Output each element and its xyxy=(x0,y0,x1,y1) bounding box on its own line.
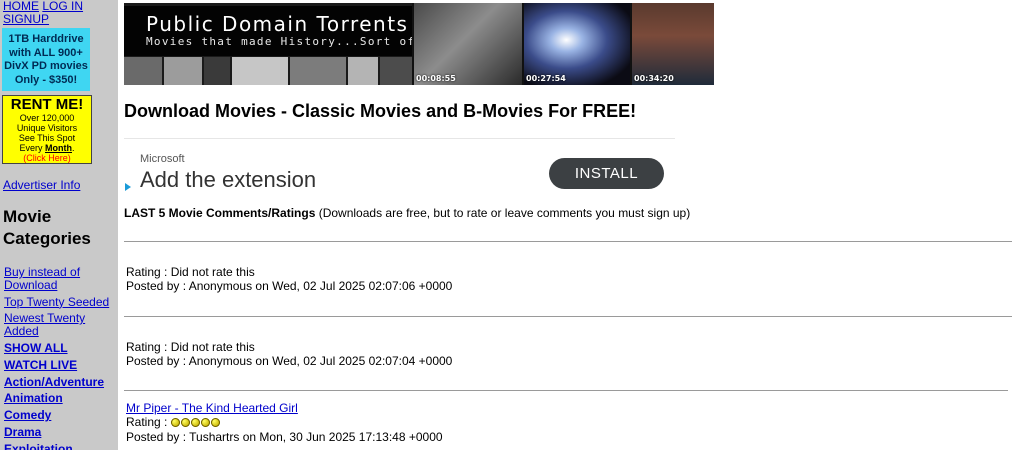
harddrive-promo-ad[interactable]: 1TB Harddrive with ALL 900+ DivX PD movi… xyxy=(2,28,90,91)
category-link-drama[interactable]: Drama xyxy=(4,426,117,439)
category-link-show-all[interactable]: SHOW ALL xyxy=(4,342,117,355)
category-link-comedy[interactable]: Comedy xyxy=(4,409,117,422)
film-thumbnail xyxy=(204,57,230,85)
comment-posted-by: Posted by : Tushartrs on Mon, 30 Jun 202… xyxy=(126,430,443,444)
promo-line: with ALL 900+ xyxy=(9,46,83,59)
divider xyxy=(124,241,1012,242)
film-thumbnail xyxy=(348,57,378,85)
promo-line: DivX PD movies xyxy=(4,60,88,72)
left-sidebar: HOME LOG IN SIGNUP 1TB Harddrive with AL… xyxy=(0,0,118,450)
banner-title: Public Domain Torrents xyxy=(146,12,409,36)
heading-line: Categories xyxy=(3,229,91,248)
install-button[interactable]: INSTALL xyxy=(549,158,664,189)
comment-posted-by: Posted by : Anonymous on Wed, 02 Jul 202… xyxy=(126,279,453,293)
film-thumbnail xyxy=(124,57,162,85)
rent-line: See This Spot xyxy=(18,133,76,143)
category-link-buy-instead-of-download[interactable]: Buy instead of Download xyxy=(4,266,117,292)
site-banner[interactable]: Public Domain Torrents Movies that made … xyxy=(124,3,714,85)
divider xyxy=(124,316,1012,317)
rating-ball-icon xyxy=(170,418,180,427)
rent-every: Every xyxy=(19,143,43,153)
movie-still-frame: 00:08:55 xyxy=(414,3,522,85)
film-thumbnail xyxy=(232,57,288,85)
heading-line: Movie xyxy=(3,207,52,226)
rent-line: Unique Visitors xyxy=(16,123,78,133)
comment-rating: Rating : xyxy=(126,415,171,429)
rent-me-ad[interactable]: RENT ME! Over 120,000 Unique Visitors Se… xyxy=(2,95,92,164)
divider xyxy=(124,390,1008,391)
category-link-top-twenty-seeded[interactable]: Top Twenty Seeded xyxy=(4,295,117,309)
page-title: Download Movies - Classic Movies and B-M… xyxy=(124,101,637,121)
comments-intro-title: LAST 5 Movie Comments/Ratings xyxy=(124,206,316,220)
comments-intro-note: (Downloads are free, but to rate or leav… xyxy=(315,206,691,220)
rating-ball-icon xyxy=(190,418,200,427)
signup-link[interactable]: SIGNUP xyxy=(3,12,49,26)
movie-still-frame: 00:34:20 xyxy=(632,3,714,85)
film-thumbnail xyxy=(380,57,412,85)
rent-click-here[interactable]: (Click Here) xyxy=(3,153,91,164)
promo-line: Only - $350! xyxy=(14,73,78,86)
rent-line: Over 120,000 xyxy=(19,113,75,123)
movie-categories-heading: Movie Categories xyxy=(3,206,115,250)
timestamp: 00:27:54 xyxy=(526,74,566,83)
filmstrip-thumbnails xyxy=(124,57,412,85)
advertiser-info-link[interactable]: Advertiser Info xyxy=(3,178,80,192)
ad-choices-icon[interactable] xyxy=(125,183,131,191)
category-link-exploitation[interactable]: Exploitation xyxy=(4,442,117,450)
extension-ad[interactable]: Microsoft Add the extension INSTALL xyxy=(124,138,675,197)
timestamp: 00:08:55 xyxy=(416,74,456,83)
category-list: Buy instead of Download Top Twenty Seeded… xyxy=(4,266,117,450)
ad-sponsor: Microsoft xyxy=(140,153,185,165)
film-thumbnail xyxy=(290,57,346,85)
rent-me-body: Over 120,000 Unique Visitors See This Sp… xyxy=(16,113,78,153)
comment-movie-link[interactable]: Mr Piper - The Kind Hearted Girl xyxy=(126,401,298,415)
rating-balls xyxy=(170,416,221,430)
rating-ball-icon xyxy=(200,418,210,427)
category-link-action-adventure[interactable]: Action/Adventure xyxy=(4,375,117,389)
comment-rating: Rating : Did not rate this xyxy=(126,265,255,279)
banner-subtitle: Movies that made History...Sort of... xyxy=(146,35,412,48)
top-nav-links: HOME LOG IN SIGNUP xyxy=(3,0,115,26)
comment-rating: Rating : Did not rate this xyxy=(126,340,255,354)
promo-line: 1TB Harddrive xyxy=(8,33,84,45)
comment-entry: Mr Piper - The Kind Hearted Girl Rating … xyxy=(126,401,443,444)
rating-ball-icon xyxy=(180,418,190,427)
movie-still-frame: 00:27:54 xyxy=(524,3,630,85)
film-thumbnail xyxy=(164,57,202,85)
category-link-newest-twenty-added[interactable]: Newest Twenty Added xyxy=(4,312,117,338)
ad-headline[interactable]: Add the extension xyxy=(140,167,316,193)
rent-month: Month xyxy=(45,143,72,153)
rating-ball-icon xyxy=(210,418,220,427)
comments-intro: LAST 5 Movie Comments/Ratings (Downloads… xyxy=(124,206,690,220)
rent-me-title: RENT ME! xyxy=(10,96,84,113)
banner-title-panel: Public Domain Torrents Movies that made … xyxy=(124,3,412,85)
comment-posted-by: Posted by : Anonymous on Wed, 02 Jul 202… xyxy=(126,354,453,368)
comment-entry: Rating : Did not rate this Posted by : A… xyxy=(126,340,452,368)
timestamp: 00:34:20 xyxy=(634,74,674,83)
comment-entry: Rating : Did not rate this Posted by : A… xyxy=(126,265,452,293)
category-link-animation[interactable]: Animation xyxy=(4,392,117,405)
category-link-watch-live[interactable]: WATCH LIVE xyxy=(4,358,117,372)
